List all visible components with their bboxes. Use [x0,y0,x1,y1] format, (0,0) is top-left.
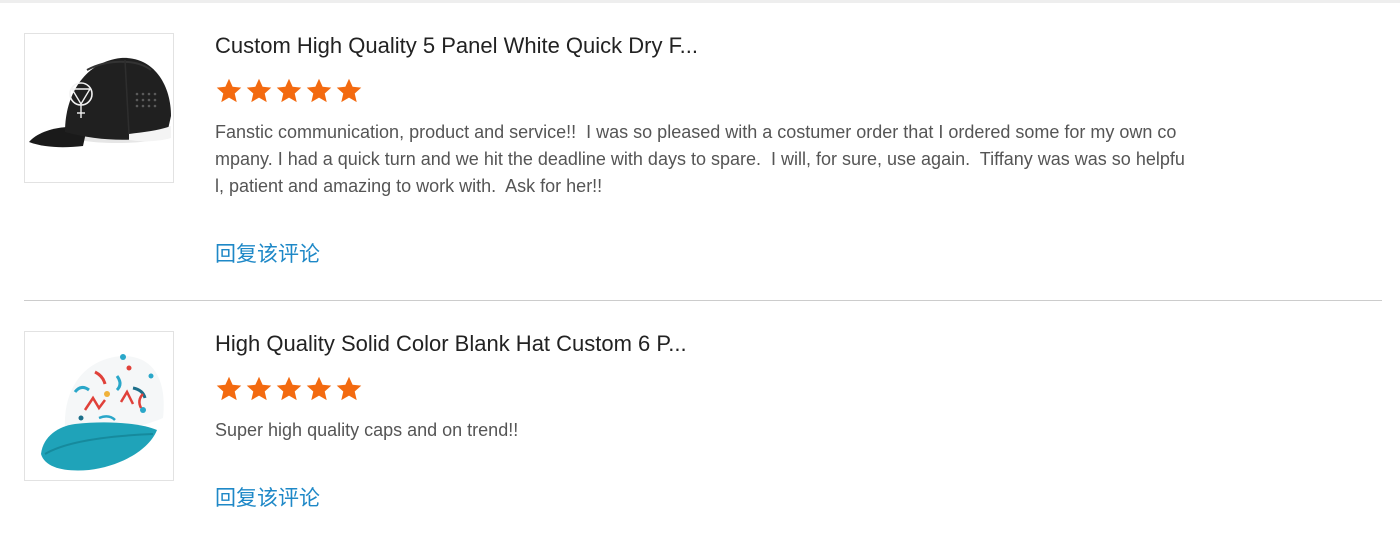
star-icon [275,77,303,105]
product-thumbnail[interactable] [24,331,174,481]
star-icon [335,77,363,105]
product-title-link[interactable]: High Quality Solid Color Blank Hat Custo… [215,331,687,357]
rating-stars [215,77,363,105]
reply-link[interactable]: 回复该评论 [215,241,320,267]
star-icon [275,375,303,403]
star-icon [335,375,363,403]
review-text: Fanstic communication, product and servi… [215,122,1185,196]
reply-link[interactable]: 回复该评论 [215,485,320,511]
black-cap-image [25,34,173,182]
product-thumbnail[interactable] [24,33,174,183]
star-icon [245,375,273,403]
star-icon [305,77,333,105]
top-divider [0,0,1400,3]
review-text: Super high quality caps and on trend!! [215,420,519,440]
star-icon [245,77,273,105]
star-icon [305,375,333,403]
printed-cap-image [25,332,173,480]
review-item: High Quality Solid Color Blank Hat Custo… [24,331,1382,521]
star-icon [215,77,243,105]
product-title-link[interactable]: Custom High Quality 5 Panel White Quick … [215,33,698,59]
rating-stars [215,375,363,403]
star-icon [215,375,243,403]
review-item: Custom High Quality 5 Panel White Quick … [24,33,1382,301]
